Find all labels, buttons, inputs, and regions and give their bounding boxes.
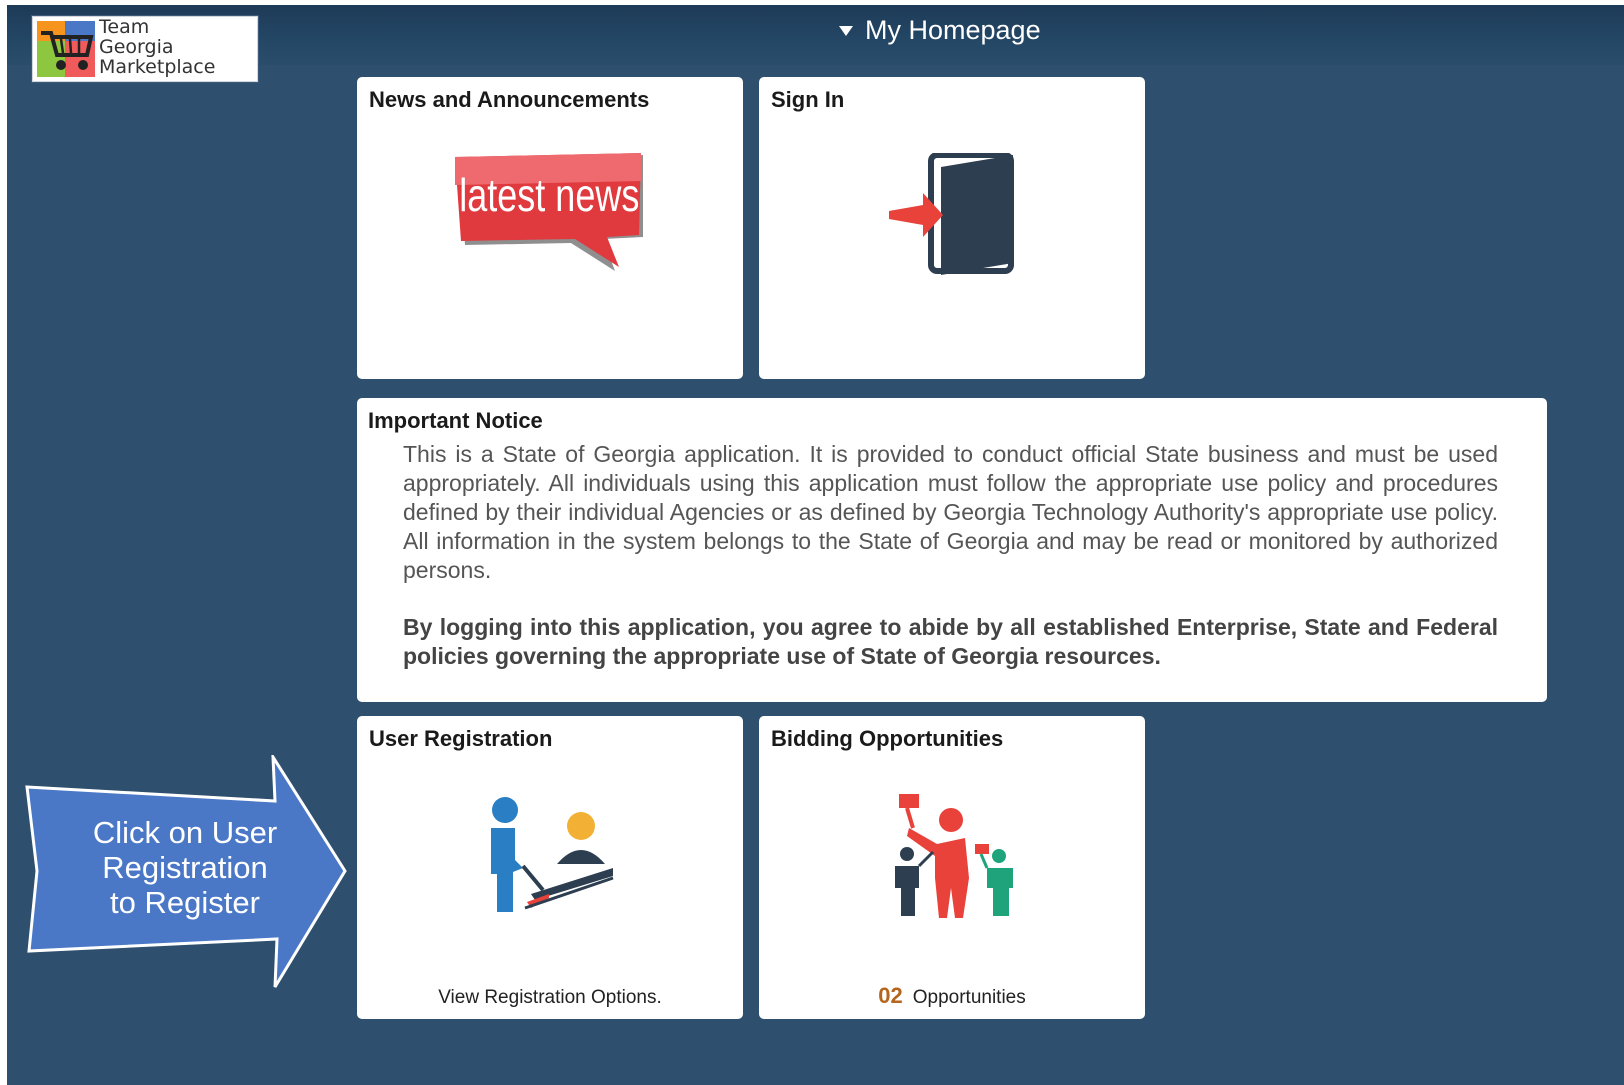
sign-in-door-icon — [889, 153, 1014, 275]
logo-line-2: Georgia — [99, 36, 174, 58]
important-notice: Important Notice This is a State of Geor… — [357, 398, 1547, 702]
logo-line-1: Team — [99, 16, 150, 38]
register-callout-arrow: Click on User Registration to Register — [25, 751, 347, 991]
opportunities-count: 02 — [878, 983, 903, 1008]
dropdown-triangle-icon — [839, 25, 853, 36]
callout-text: Click on User Registration to Register — [55, 815, 315, 920]
callout-line-2: Registration — [102, 850, 268, 885]
latest-news-icon: latest news — [455, 153, 643, 271]
callout-line-1: Click on User — [92, 815, 278, 850]
team-georgia-marketplace-logo[interactable]: Team Georgia Marketplace — [32, 16, 258, 82]
latest-news-text: latest news — [459, 170, 639, 221]
homepage-selector[interactable]: My Homepage — [839, 15, 1041, 46]
tile-title: Sign In — [771, 87, 845, 112]
tile-sign-in[interactable]: Sign In — [759, 77, 1145, 379]
opportunities-label: Opportunities — [912, 987, 1026, 1008]
tile-bidding-opportunities[interactable]: Bidding Opportunities 02 Opportunities — [759, 716, 1145, 1019]
notice-body: This is a State of Georgia application. … — [403, 441, 1498, 583]
registration-options-link[interactable]: View Registration Options. — [357, 987, 743, 1009]
logo-line-3: Marketplace — [99, 56, 216, 78]
app-frame: Team Georgia Marketplace My Homepage New… — [7, 5, 1624, 1085]
opportunities-summary[interactable]: 02 Opportunities — [759, 983, 1145, 1009]
tile-title: Bidding Opportunities — [771, 726, 1004, 751]
bidding-auction-icon — [895, 794, 1013, 918]
homepage-title: My Homepage — [865, 15, 1041, 45]
shopping-cart-icon — [37, 21, 95, 77]
callout-line-3: to Register — [110, 885, 260, 920]
notice-agreement: By logging into this application, you ag… — [403, 614, 1498, 669]
user-registration-icon — [491, 797, 614, 912]
tile-title: User Registration — [369, 726, 553, 751]
tile-user-registration[interactable]: User Registration View Registration Opti… — [357, 716, 743, 1019]
logo-text: Team Georgia Marketplace — [99, 17, 215, 77]
tile-news-and-announcements[interactable]: News and Announcements latest news — [357, 77, 743, 379]
notice-title: Important Notice — [368, 408, 543, 433]
tile-title: News and Announcements — [369, 87, 650, 112]
